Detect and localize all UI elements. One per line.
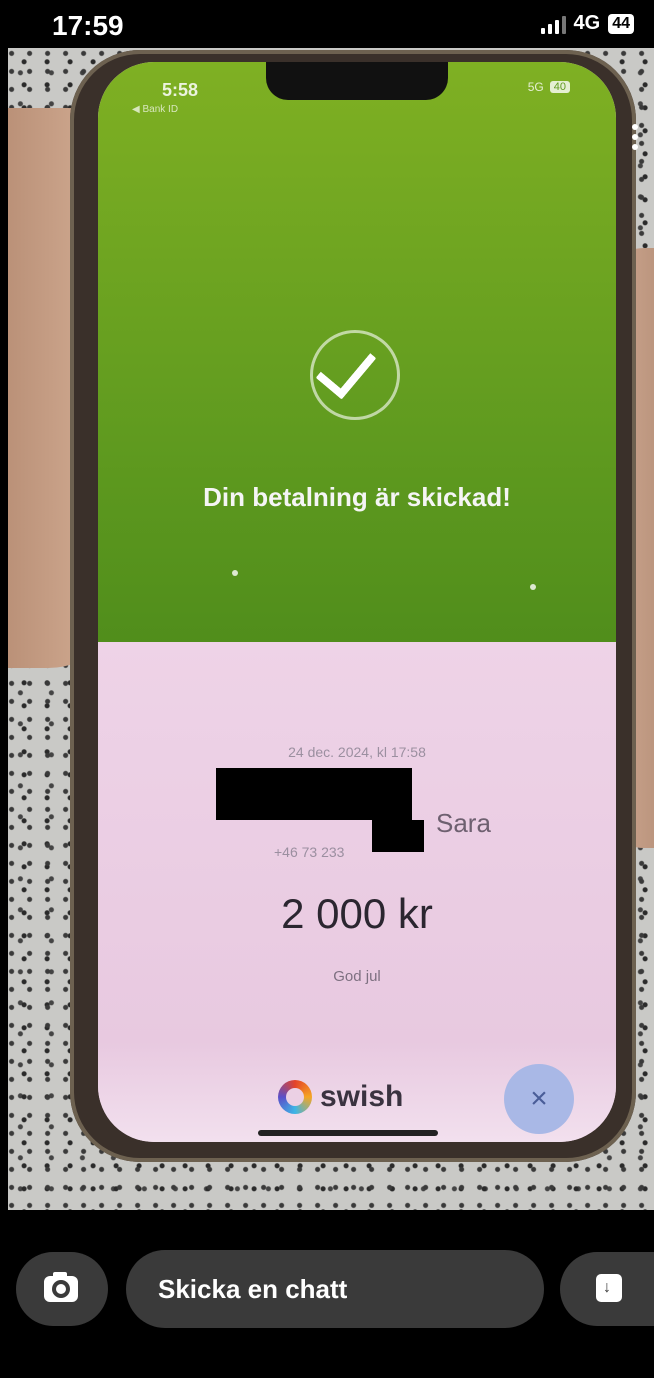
battery-indicator: 44 — [608, 13, 634, 34]
phone-back-link: ◀ Bank ID — [132, 104, 179, 115]
swish-wordmark: swish — [320, 1080, 404, 1113]
phone-notch — [266, 62, 448, 100]
chat-input[interactable]: Skicka en chatt — [126, 1250, 544, 1328]
checkmark-icon — [310, 330, 400, 420]
payment-message: God jul — [333, 968, 381, 985]
redaction-name — [216, 768, 412, 820]
network-type: 4G — [573, 12, 601, 34]
status-time: 17:59 — [52, 10, 124, 41]
phone-status-indicators: 5G 40 — [528, 80, 570, 94]
decor-dot — [530, 584, 536, 590]
camera-button[interactable] — [16, 1252, 108, 1326]
snap-photo: 5:58 ◀ Bank ID 5G 40 Din betalning är sk… — [8, 48, 654, 1210]
phone-network: 5G — [527, 80, 544, 94]
save-button[interactable]: ↓ — [560, 1252, 654, 1326]
chat-bar: Skicka en chatt ↓ — [0, 1210, 654, 1378]
redaction-phone — [372, 820, 424, 852]
payment-amount: 2 000 kr — [281, 890, 433, 937]
recipient-name: Sara — [436, 808, 491, 838]
more-options-icon[interactable] — [632, 124, 638, 154]
swish-logo: swish — [278, 1080, 403, 1114]
status-indicators: 4G 44 — [540, 12, 634, 35]
home-indicator — [258, 1130, 438, 1136]
decor-dot — [232, 570, 238, 576]
phone-screen: 5:58 ◀ Bank ID 5G 40 Din betalning är sk… — [98, 62, 616, 1142]
chat-placeholder: Skicka en chatt — [158, 1274, 348, 1304]
recipient-phone: +46 73 233 — [274, 844, 345, 860]
status-bar: 17:59 4G 44 — [0, 0, 654, 48]
signal-icon — [540, 14, 566, 34]
phone-battery: 40 — [549, 81, 570, 93]
swish-logo-icon — [278, 1080, 312, 1114]
payment-date: 24 dec. 2024, kl 17:58 — [288, 744, 426, 760]
success-message: Din betalning är skickad! — [203, 482, 511, 512]
close-icon: × — [504, 1064, 574, 1134]
phone-status-time: 5:58 — [162, 80, 199, 100]
